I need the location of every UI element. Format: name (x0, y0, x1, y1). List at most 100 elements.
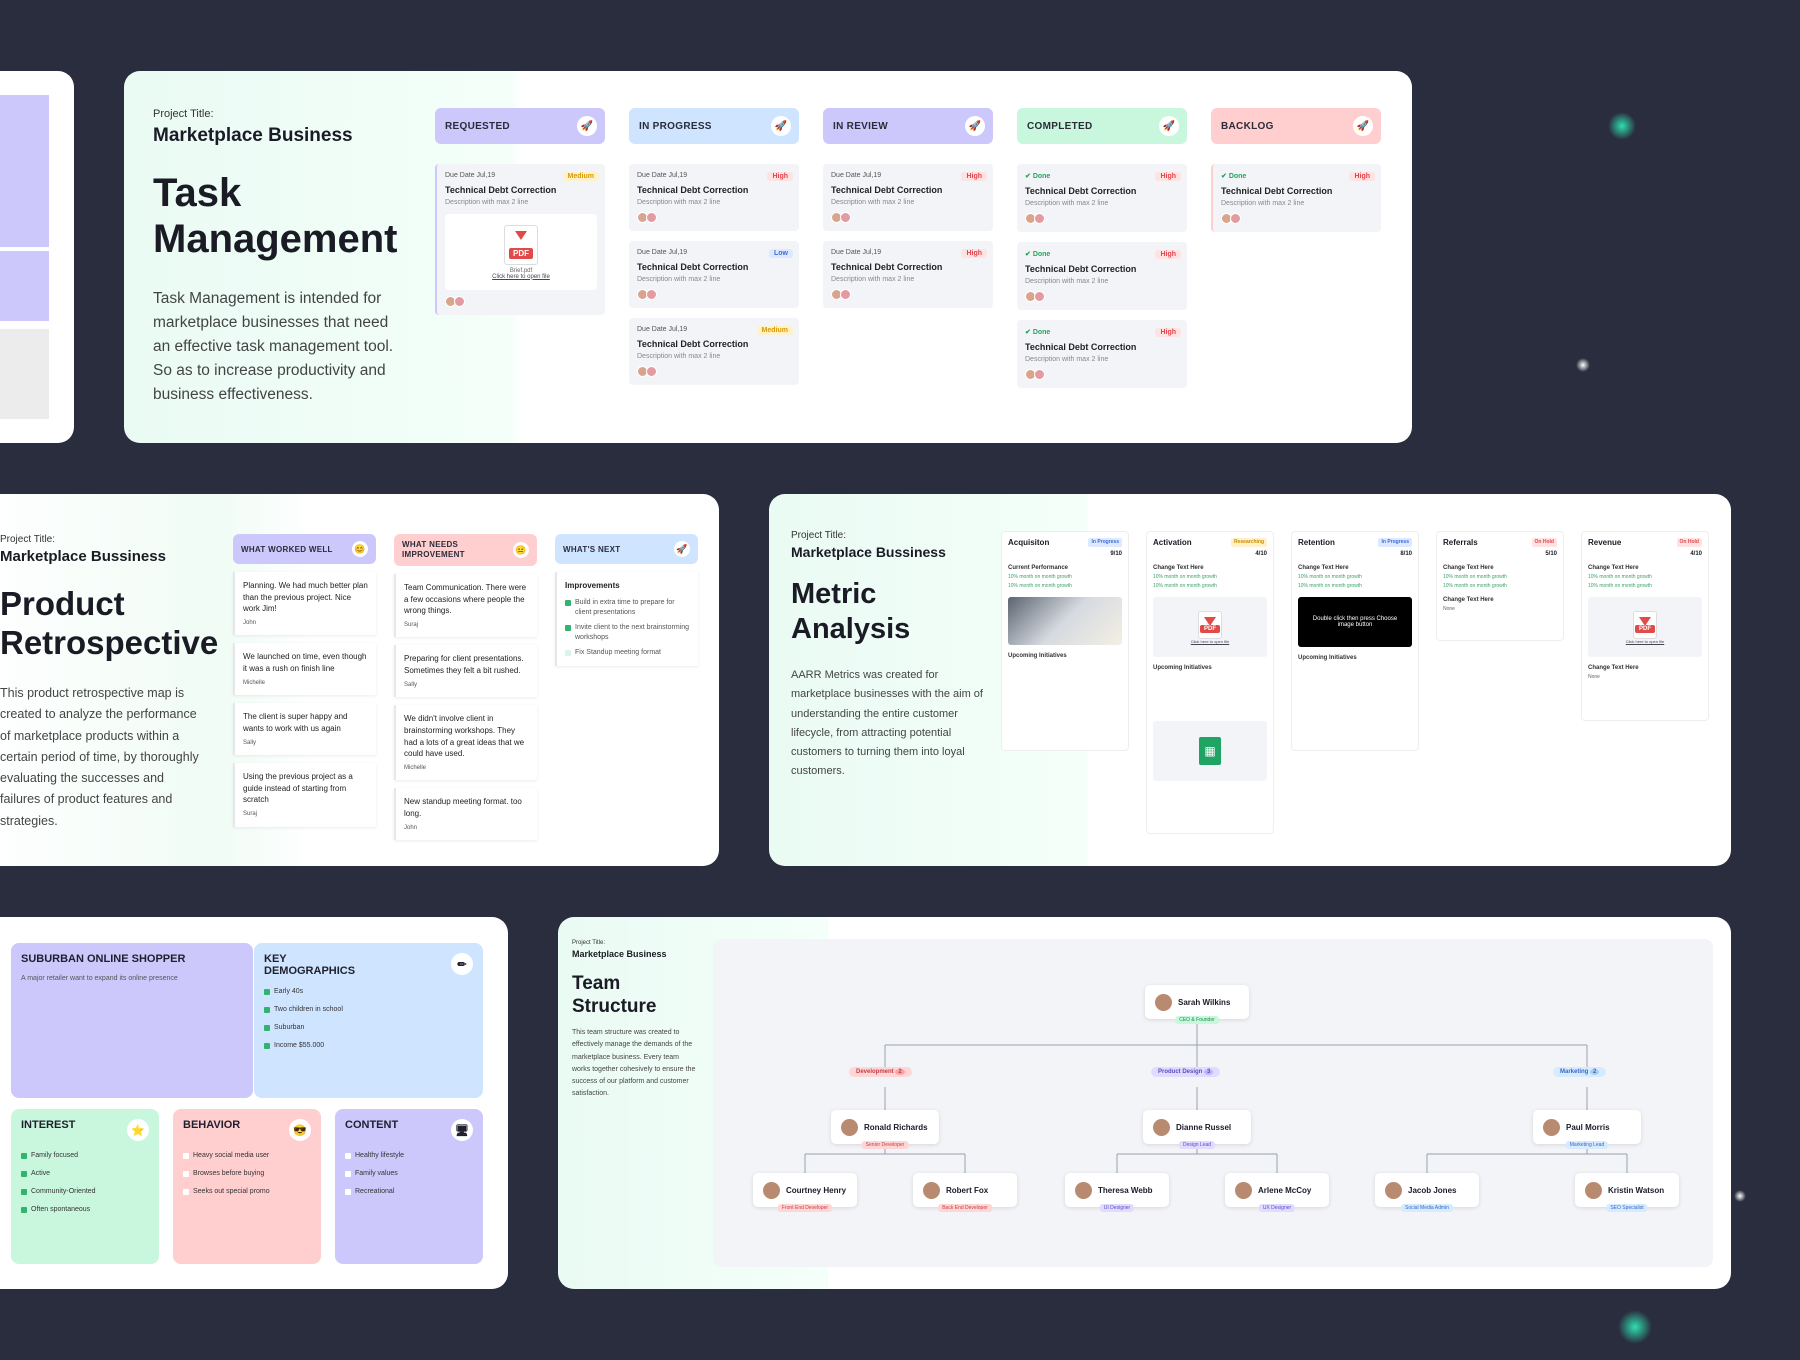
column-header[interactable]: BACKLOG 🚀 (1211, 108, 1381, 144)
file-attachment[interactable]: PDF Brief.pdf Click here to open file (445, 214, 597, 290)
metric-column-activation: Activation Researching 4/10 Change Text H… (1146, 531, 1274, 834)
project-title: Marketplace Bussiness (0, 548, 166, 565)
column-header[interactable]: WHAT WORKED WELL 😊 (233, 534, 376, 564)
file-attachment[interactable]: PDF Click here to open file (1153, 597, 1267, 657)
column-header[interactable]: IN REVIEW 🚀 (823, 108, 993, 144)
dept-product-design[interactable]: Product Design 3 (1151, 1067, 1221, 1077)
interest-item: Family focused (21, 1152, 149, 1159)
page-title-line1: Product (0, 585, 125, 622)
task-description: Description with max 2 line (1025, 356, 1109, 363)
column-what-needs-improvement: WHAT NEEDS IMPROVEMENT 😐 Team Communicati… (394, 534, 537, 841)
retro-note[interactable]: New standup meeting format. too long. Joh… (394, 788, 537, 841)
column-title: WHAT'S NEXT (563, 544, 621, 554)
task-title: Technical Debt Correction (637, 262, 749, 272)
rocket-icon[interactable]: 🚀 (674, 541, 690, 557)
growth-item: 10% month on month growth (1008, 574, 1072, 580)
browser-icon[interactable]: 🖥 (451, 1119, 473, 1141)
assignees (637, 212, 791, 223)
org-node-member[interactable]: Theresa Webb UI Designer (1065, 1173, 1169, 1212)
task-card[interactable]: ✔ Done High Technical Debt Correction De… (1017, 320, 1187, 388)
org-node-member[interactable]: Jacob Jones Social Media Admin (1375, 1173, 1479, 1212)
image-placeholder[interactable] (1008, 597, 1122, 645)
smile-icon[interactable]: 😊 (352, 541, 368, 557)
task-card[interactable]: Due Date Jul,19 Medium Technical Debt Co… (629, 318, 799, 385)
retro-note[interactable]: Using the previous project as a guide in… (233, 763, 376, 827)
item-text: Recreational (355, 1188, 395, 1195)
metric-score: 4/10 (1255, 551, 1267, 557)
pdf-label: PDF (1200, 624, 1220, 633)
retro-note[interactable]: Preparing for client presentations. Some… (394, 645, 537, 698)
page-title-line1: Metric (791, 578, 877, 610)
open-file-link[interactable]: Click here to open file (492, 274, 550, 280)
rocket-icon[interactable]: 🚀 (771, 116, 791, 136)
retro-note[interactable]: We launched on time, even though it was … (233, 643, 376, 696)
dept-development[interactable]: Development 2 (849, 1067, 912, 1077)
column-title: IN PROGRESS (639, 120, 712, 132)
priority-badge: Medium (756, 326, 793, 335)
image-dropzone[interactable]: Double click then press Choose image but… (1298, 597, 1412, 647)
check-icon (264, 1024, 270, 1031)
priority-badge: High (767, 172, 793, 181)
item-text: Community-Oriented (31, 1188, 96, 1195)
improvement-item[interactable]: Build in extra time to prepare for clien… (565, 598, 690, 618)
rocket-icon[interactable]: 🚀 (1159, 116, 1179, 136)
column-header[interactable]: COMPLETED 🚀 (1017, 108, 1187, 144)
column-header[interactable]: REQUESTED 🚀 (435, 108, 605, 144)
note-author: John (243, 619, 257, 626)
org-node-member[interactable]: Arlene McCoy UX Designer (1225, 1173, 1329, 1212)
improvement-item[interactable]: Invite client to the next brainstorming … (565, 623, 690, 643)
org-node-lead[interactable]: Dianne Russel Design Lead (1143, 1110, 1251, 1149)
demographic-item: Early 40s (264, 988, 473, 995)
sheet-attachment[interactable]: ▦ (1153, 721, 1267, 781)
column-header[interactable]: WHAT'S NEXT 🚀 (555, 534, 698, 564)
org-node-lead[interactable]: Ronald Richards Senior Developer (831, 1110, 939, 1149)
section-title: Change Text Here (1588, 565, 1639, 571)
org-node-lead[interactable]: Paul Morris Marketing Lead (1533, 1110, 1641, 1149)
check-icon (565, 599, 571, 606)
retro-note[interactable]: The client is super happy and wants to w… (233, 703, 376, 756)
dept-marketing[interactable]: Marketing 2 (1553, 1067, 1607, 1077)
open-file-link[interactable]: Click here to open file (1191, 639, 1229, 644)
person-name: Arlene McCoy (1258, 1185, 1312, 1195)
check-icon (21, 1206, 27, 1213)
task-card[interactable]: Due Date Jul,19 High Technical Debt Corr… (823, 241, 993, 308)
star-icon[interactable]: ⭐ (127, 1119, 149, 1141)
file-attachment[interactable]: PDF Click here to open file (1588, 597, 1702, 657)
item-text: Seeks out special promo (193, 1188, 270, 1195)
rocket-icon[interactable]: 🚀 (577, 116, 597, 136)
column-header[interactable]: WHAT NEEDS IMPROVEMENT 😐 (394, 534, 537, 566)
sunglasses-icon[interactable]: 😎 (289, 1119, 311, 1141)
org-node-ceo[interactable]: Sarah Wilkins CEO & Founder (1145, 985, 1249, 1024)
task-title: Technical Debt Correction (831, 262, 943, 272)
open-file-link[interactable]: Click here to open file (1626, 639, 1664, 644)
org-node-member[interactable]: Courtney Henry Front End Developer (753, 1173, 857, 1212)
block-title: CONTENT (345, 1119, 399, 1131)
task-card[interactable]: ✔ Done High Technical Debt Correction De… (1211, 164, 1381, 232)
org-node-member[interactable]: Robert Fox Back End Developer (913, 1173, 1017, 1212)
retro-note[interactable]: Team Communication. There were a few occ… (394, 574, 537, 638)
assignees (637, 289, 791, 300)
task-card[interactable]: Due Date Jul,19 Low Technical Debt Corre… (629, 241, 799, 308)
task-description: Description with max 2 line (1221, 200, 1305, 207)
org-node-member[interactable]: Kristin Watson SEO Specialist (1575, 1173, 1679, 1212)
task-card[interactable]: Due Date Jul,19 Medium Technical Debt Co… (435, 164, 605, 315)
improvement-item[interactable]: Fix Standup meeting format (565, 648, 690, 658)
status-badge: On Hold (1531, 538, 1557, 547)
avatar (1075, 1181, 1092, 1199)
team-structure-card: Project Title: Marketplace Business Team… (558, 917, 1731, 1289)
item-text: Browses before buying (193, 1170, 265, 1177)
check-icon (183, 1152, 189, 1159)
rocket-icon[interactable]: 🚀 (965, 116, 985, 136)
task-card[interactable]: Due Date Jul,19 High Technical Debt Corr… (823, 164, 993, 231)
neutral-face-icon[interactable]: 😐 (513, 542, 529, 558)
task-card[interactable]: Due Date Jul,19 High Technical Debt Corr… (629, 164, 799, 231)
retro-note[interactable]: Planning. We had much better plan than t… (233, 572, 376, 636)
pencil-icon[interactable]: ✏ (451, 953, 473, 975)
retro-note[interactable]: We didn't involve client in brainstormin… (394, 705, 537, 781)
column-header[interactable]: IN PROGRESS 🚀 (629, 108, 799, 144)
rocket-icon[interactable]: 🚀 (1353, 116, 1373, 136)
task-card[interactable]: ✔ Done High Technical Debt Correction De… (1017, 242, 1187, 310)
task-card[interactable]: ✔ Done High Technical Debt Correction De… (1017, 164, 1187, 232)
behavior-block: BEHAVIOR 😎 Heavy social media user Browse… (173, 1109, 321, 1264)
interest-item: Active (21, 1170, 149, 1177)
